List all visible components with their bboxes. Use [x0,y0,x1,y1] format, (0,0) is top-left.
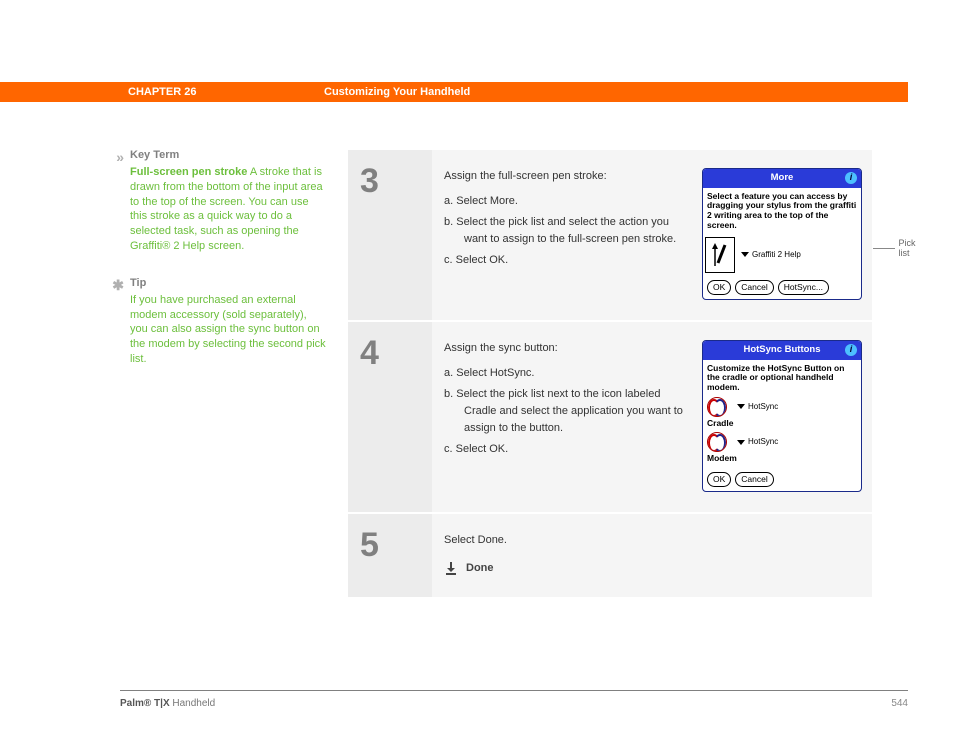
cradle-picklist[interactable]: HotSync [737,401,778,413]
keyterm-block: » Key Term Full-screen pen stroke A stro… [106,148,326,254]
more-dialog-screenshot: More i Select a feature you can access b… [702,168,862,300]
step-4-b: b. Select the pick list next to the icon… [444,386,692,437]
more-cancel-button[interactable]: Cancel [735,280,773,295]
keyterm-lead: Full-screen pen stroke [130,166,247,178]
more-hotsync-button[interactable]: HotSync... [778,280,829,295]
tip-icon: ✱ [106,276,124,295]
step-4-intro: Assign the sync button: [444,340,692,357]
hotsync-body-text: Customize the HotSync Button on the crad… [703,360,861,393]
step-5: 5 Select Done. Done [348,512,872,596]
step-5-text: Select Done. Done [444,532,862,576]
footer-page-number: 544 [891,698,908,709]
hotsync-icon [707,432,727,452]
hotsync-cancel-button[interactable]: Cancel [735,472,773,487]
step-4-number-cell: 4 [348,322,432,513]
done-arrow-icon [444,561,458,575]
step-5-body: Select Done. Done [432,514,872,596]
stylus-icon [705,237,735,273]
footer-product-rest: Handheld [170,698,216,709]
step-3-b: b. Select the pick list and select the a… [444,214,692,248]
step-4-a: a. Select HotSync. [444,365,692,382]
step-5-number: 5 [360,528,432,562]
step-3-intro: Assign the full-screen pen stroke: [444,168,692,185]
modem-label: Modem [707,452,861,465]
cradle-picklist-value: HotSync [748,401,778,413]
tip-label: Tip [130,276,326,291]
keyterm-body: A stroke that is drawn from the bottom o… [130,166,323,252]
more-title: More [771,171,794,186]
done-row: Done [444,560,862,577]
modem-row: HotSync [707,432,861,452]
tip-block: ✱ Tip If you have purchased an external … [106,276,326,367]
hotsync-icon [707,397,727,417]
sidebar: » Key Term Full-screen pen stroke A stro… [106,148,326,389]
info-icon[interactable]: i [845,344,857,356]
more-picklist-value: Graffiti 2 Help [752,249,801,261]
chapter-header-bar: CHAPTER 26 Customizing Your Handheld [0,82,908,102]
step-3-c: c. Select OK. [444,252,692,269]
step-5-number-cell: 5 [348,514,432,596]
picklist-triangle-icon [737,440,745,445]
step-4-body: Assign the sync button: a. Select HotSyn… [432,322,872,513]
step-4-c: c. Select OK. [444,441,692,458]
chapter-title: Customizing Your Handheld [324,86,470,98]
more-button-row: OK Cancel HotSync... [703,277,861,299]
step-3-body: Assign the full-screen pen stroke: a. Se… [432,150,872,320]
more-ok-button[interactable]: OK [707,280,731,295]
done-label: Done [466,560,494,577]
chapter-number: CHAPTER 26 [128,86,196,98]
footer-rule [120,690,908,691]
info-icon[interactable]: i [845,172,857,184]
step-3-number: 3 [360,164,432,198]
callout-label: Pick list [899,238,922,258]
step-4-number: 4 [360,336,432,370]
step-4: 4 Assign the sync button: a. Select HotS… [348,320,872,513]
picklist-triangle-icon [741,252,749,257]
cradle-row: HotSync [707,397,861,417]
hotsync-dialog-screenshot: HotSync Buttons i Customize the HotSync … [702,340,862,493]
keyterm-icon: » [106,148,124,167]
more-illustration: Graffiti 2 Help [705,237,861,273]
footer-product-bold: Palm® T|X [120,698,170,709]
step-5-intro: Select Done. [444,532,862,549]
more-titlebar: More i [703,169,861,188]
picklist-triangle-icon [737,404,745,409]
hotsync-title: HotSync Buttons [743,343,820,358]
step-3-number-cell: 3 [348,150,432,320]
step-3-a: a. Select More. [444,193,692,210]
more-picklist[interactable]: Graffiti 2 Help [741,249,801,261]
step-4-text: Assign the sync button: a. Select HotSyn… [444,340,692,493]
hotsync-titlebar: HotSync Buttons i [703,341,861,360]
more-body-text: Select a feature you can access by dragg… [703,188,861,231]
step-3-text: Assign the full-screen pen stroke: a. Se… [444,168,692,300]
modem-picklist-value: HotSync [748,436,778,448]
tip-body: If you have purchased an external modem … [130,294,326,365]
step-3: 3 Assign the full-screen pen stroke: a. … [348,148,872,320]
keyterm-label: Key Term [130,148,326,163]
modem-picklist[interactable]: HotSync [737,436,778,448]
cradle-label: Cradle [707,417,861,430]
picklist-callout: Pick list [873,238,922,258]
footer-product: Palm® T|X Handheld [120,698,215,709]
steps-content: 3 Assign the full-screen pen stroke: a. … [348,148,872,597]
hotsync-ok-button[interactable]: OK [707,472,731,487]
hotsync-button-row: OK Cancel [703,469,861,491]
callout-line [873,248,895,249]
